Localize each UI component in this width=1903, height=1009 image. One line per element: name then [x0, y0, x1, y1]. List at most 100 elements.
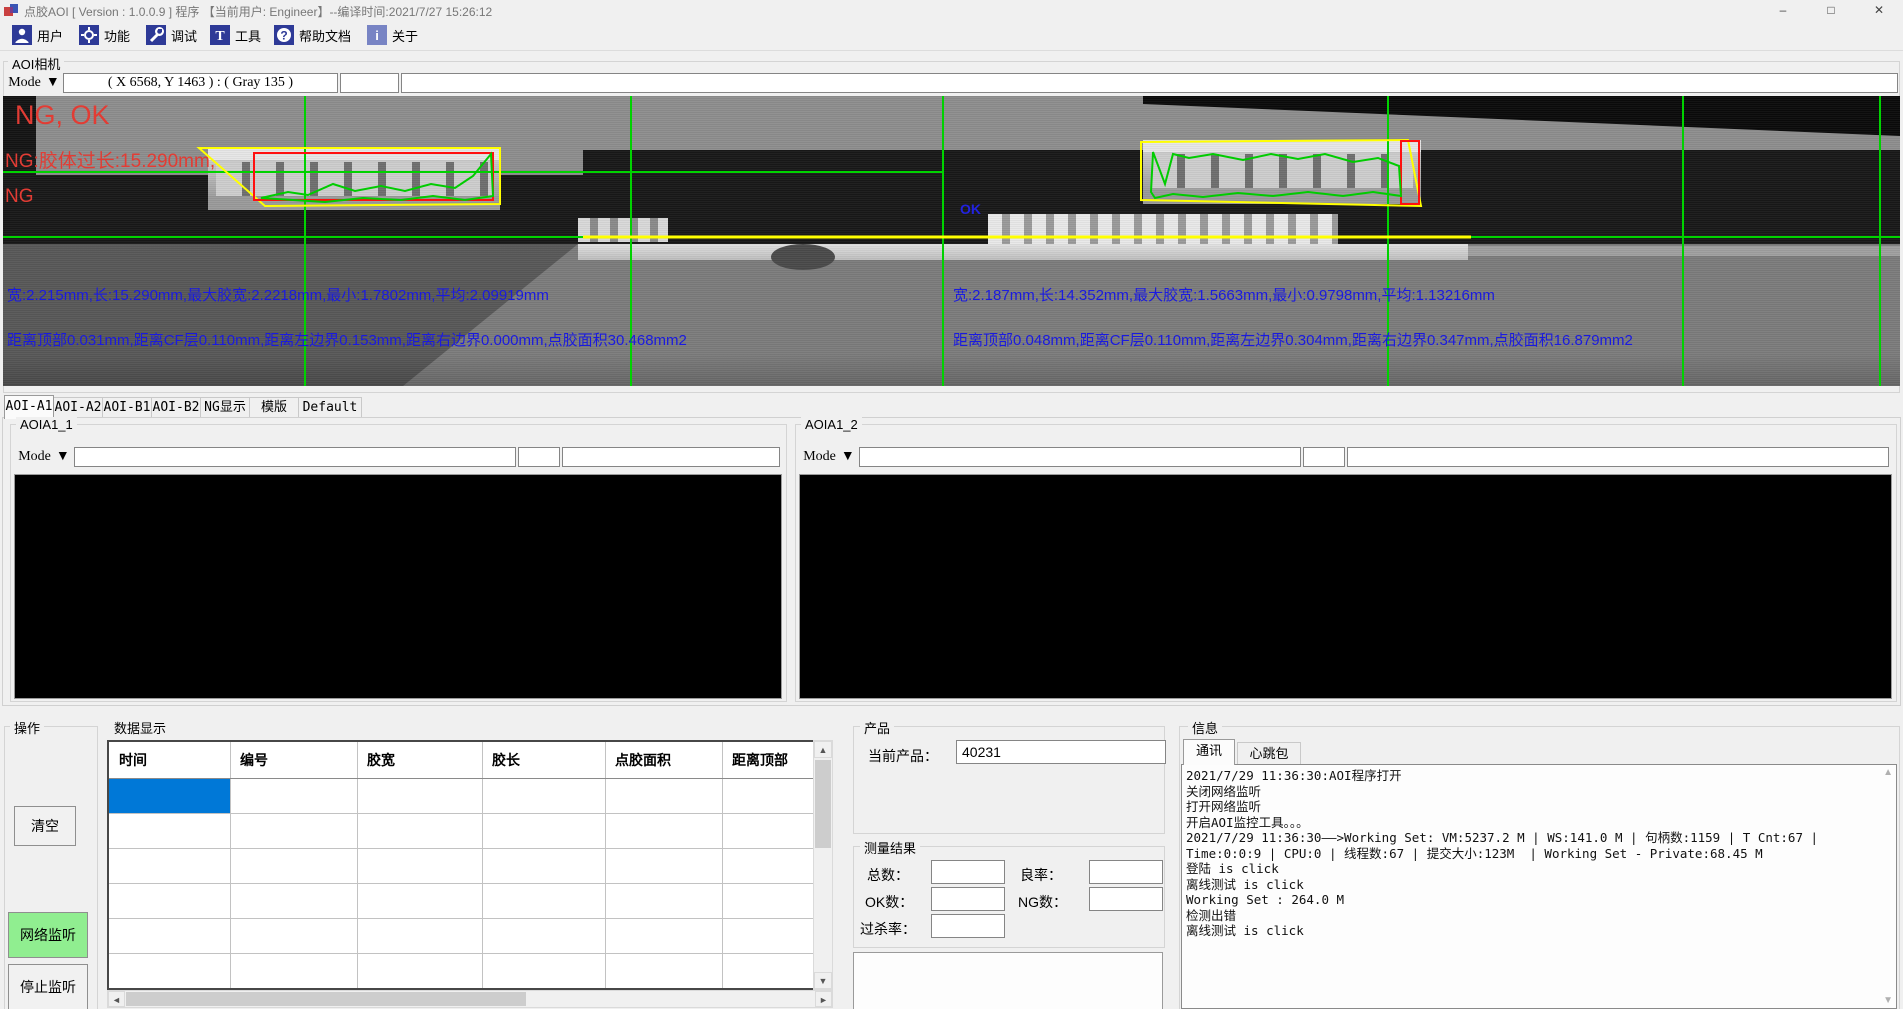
stop-listen-button[interactable]: 停止监听 [8, 964, 88, 1009]
tab-aoi-b2[interactable]: AOI-B2 [151, 397, 201, 418]
chevron-down-icon: ▼ [46, 75, 60, 91]
log-line: 登陆 is click [1186, 861, 1878, 877]
view-right-info-box [859, 447, 1301, 467]
ok-count-box [931, 887, 1005, 911]
view-right-mode-dropdown[interactable]: Mode▼ [803, 447, 855, 467]
log-line: 开启AOI监控工具。。。 [1186, 815, 1878, 831]
maximize-button[interactable]: □ [1807, 0, 1855, 20]
mode-label: Mode [803, 449, 836, 465]
ok-count-label: OK数： [865, 892, 913, 912]
col-header-time[interactable]: 时间 [109, 742, 230, 778]
right-stats-line2: 距离顶部0.048mm,距离CF层0.110mm,距离左边界0.304mm,距离… [953, 329, 1633, 350]
col-header-id[interactable]: 编号 [230, 742, 357, 778]
table-gridline [109, 848, 815, 849]
total-value-box [931, 860, 1005, 884]
yield-value-box [1089, 860, 1163, 884]
yellow-region-right [1141, 140, 1421, 206]
col-header-dist-top[interactable]: 距离顶部 [722, 742, 815, 778]
toolbar-item-label: 工具 [235, 26, 261, 45]
selected-cell[interactable] [109, 779, 230, 813]
aoi-view-panel-left [14, 474, 782, 699]
tab-aoi-a2[interactable]: AOI-A2 [53, 397, 103, 418]
col-header-glue-length[interactable]: 胶长 [482, 742, 605, 778]
minimize-button[interactable]: – [1759, 0, 1807, 20]
table-gridline [109, 883, 815, 884]
log-line: 2021/7/29 11:36:30:AOI程序打开 [1186, 768, 1878, 784]
log-line: Working Set : 264.0 M [1186, 892, 1878, 908]
title-bar: 点胶AOI [ Version : 1.0.0.9 ] 程序 【当前用户: En… [0, 0, 1903, 20]
toolbar-item-about[interactable]: i 关于 [363, 24, 422, 46]
user-icon [12, 25, 32, 45]
log-line: 离线测试 is click [1186, 923, 1878, 939]
ng-count-label: NG数： [1018, 892, 1067, 912]
ng-label-text: NG [5, 186, 34, 208]
col-header-glue-area[interactable]: 点胶面积 [605, 742, 722, 778]
info-label: 信息 [1188, 718, 1222, 737]
data-table[interactable]: 时间 编号 胶宽 胶长 点胶面积 距离顶部 [107, 740, 817, 990]
operations-label: 操作 [10, 718, 44, 737]
product-label: 产品 [860, 718, 894, 737]
toolbar-item-function[interactable]: 功能 [75, 24, 134, 46]
network-listen-button[interactable]: 网络监听 [8, 912, 88, 958]
view-left-small-box [518, 447, 560, 467]
ng-count-box [1089, 887, 1163, 911]
table-gridline [109, 953, 815, 954]
view-left-label: AOIA1_1 [16, 417, 77, 432]
scroll-down-icon[interactable]: ▼ [1883, 995, 1893, 1006]
yield-label: 良率： [1020, 865, 1062, 885]
overkill-label: 过杀率： [860, 919, 916, 939]
scroll-left-icon[interactable]: ◄ [108, 991, 125, 1007]
camera-status-box-long [401, 73, 1898, 93]
tab-default[interactable]: Default [298, 397, 362, 418]
camera-image-view[interactable]: NG, OK NG:胶体过长:15.290mm, NG OK 宽:2.215mm… [3, 96, 1900, 386]
tab-aoi-a1[interactable]: AOI-A1 [4, 395, 54, 419]
table-gridline [109, 918, 815, 919]
tab-aoi-b1[interactable]: AOI-B1 [102, 397, 152, 418]
overkill-value-box [931, 914, 1005, 938]
clear-button[interactable]: 清空 [14, 806, 76, 846]
close-button[interactable]: ✕ [1855, 0, 1903, 20]
comms-log[interactable]: 2021/7/29 11:36:30:AOI程序打开 关闭网络监听 打开网络监听… [1181, 764, 1897, 1009]
left-stats-line1: 宽:2.215mm,长:15.290mm,最大胶宽:2.2218mm,最小:1.… [7, 284, 549, 305]
tab-template[interactable]: 模版 [249, 397, 299, 418]
log-line: 离线测试 is click [1186, 877, 1878, 893]
view-right-label: AOIA1_2 [801, 417, 862, 432]
app-window: 点胶AOI [ Version : 1.0.0.9 ] 程序 【当前用户: En… [0, 0, 1903, 1009]
toolbar-item-user[interactable]: 用户 [8, 24, 67, 46]
ok-label-text: OK [960, 201, 981, 217]
col-header-glue-width[interactable]: 胶宽 [357, 742, 482, 778]
log-line: Time:0:0:9 | CPU:0 | 线程数:67 | 提交大小:123M … [1186, 846, 1878, 862]
glue-contour-left [261, 154, 493, 202]
vscroll-thumb[interactable] [815, 760, 831, 848]
current-product-input[interactable]: 40231 [956, 740, 1166, 764]
toolbar-item-debug[interactable]: 调试 [142, 24, 201, 46]
camera-group-label: AOI相机 [8, 54, 64, 73]
svg-text:T: T [215, 29, 225, 44]
toolbar-item-help[interactable]: ? 帮助文档 [270, 24, 355, 46]
view-left-info-box [74, 447, 516, 467]
toolbar-item-label: 调试 [171, 26, 197, 45]
camera-mode-dropdown[interactable]: Mode▼ [8, 73, 60, 93]
toolbar-item-tools[interactable]: T 工具 [206, 24, 265, 46]
aoi-view-panel-right [799, 474, 1892, 699]
camera-coords-box: ( X 6568, Y 1463 ) : ( Gray 135 ) [63, 73, 338, 93]
tool-icon: T [210, 25, 230, 45]
view-right-small-box [1303, 447, 1345, 467]
right-stats-line1: 宽:2.187mm,长:14.352mm,最大胶宽:1.5663mm,最小:0.… [953, 284, 1495, 305]
current-product-label: 当前产品： [868, 746, 938, 766]
tab-comms[interactable]: 通讯 [1183, 739, 1235, 765]
tab-heartbeat[interactable]: 心跳包 [1237, 742, 1301, 765]
scroll-up-icon[interactable]: ▲ [1883, 767, 1893, 778]
tab-ng-display[interactable]: NG显示 [200, 397, 250, 418]
hscroll-thumb[interactable] [126, 992, 526, 1006]
view-left-mode-dropdown[interactable]: Mode▼ [18, 447, 70, 467]
results-extra-panel [853, 952, 1163, 1009]
window-title: 点胶AOI [ Version : 1.0.0.9 ] 程序 【当前用户: En… [24, 3, 492, 20]
scroll-right-icon[interactable]: ► [815, 991, 832, 1007]
scroll-down-icon[interactable]: ▼ [814, 972, 832, 989]
toolbar-item-label: 关于 [392, 26, 418, 45]
camera-status-box-small [340, 73, 399, 93]
table-hscrollbar[interactable]: ◄ ► [107, 990, 833, 1008]
table-vscrollbar[interactable]: ▲ ▼ [813, 740, 833, 990]
scroll-up-icon[interactable]: ▲ [814, 741, 832, 758]
